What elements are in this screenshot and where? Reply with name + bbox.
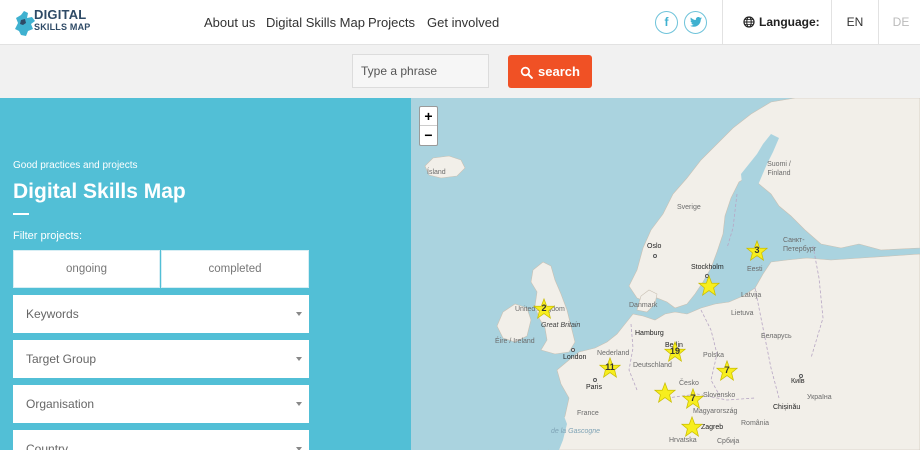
map-label: Hrvatska	[669, 437, 697, 444]
page-title: Digital Skills Map	[13, 180, 186, 203]
nav-get-involved[interactable]: Get involved	[427, 0, 499, 45]
marker-count: 7	[724, 365, 730, 375]
star-marker-icon	[698, 275, 720, 297]
city-dot	[593, 378, 597, 382]
filter-ongoing-button[interactable]: ongoing	[13, 250, 160, 288]
country-select-label: Country	[26, 442, 69, 450]
marker-count: 19	[669, 346, 680, 356]
nav-digital-skills-map[interactable]: Digital Skills Map	[266, 0, 365, 45]
city-dot	[571, 348, 575, 352]
organisation-select[interactable]: Organisation	[13, 385, 309, 423]
filter-completed-button[interactable]: completed	[161, 250, 309, 288]
map-label: Zagreb	[701, 424, 724, 431]
language-en[interactable]: EN	[835, 0, 875, 45]
marker-count: 11	[605, 362, 615, 372]
country-select[interactable]: Country	[13, 430, 309, 450]
map-label: Stockholm	[691, 264, 724, 271]
map-label: Санкт-Петербург	[783, 237, 817, 253]
map-label: Great Britain	[541, 322, 581, 329]
star-marker-icon	[681, 416, 703, 438]
search-icon	[520, 66, 533, 79]
filter-panel: Good practices and projects Digital Skil…	[0, 98, 411, 450]
target-group-select-label: Target Group	[26, 352, 97, 366]
city-dot	[653, 254, 657, 258]
map-label: London	[563, 354, 587, 361]
chevron-down-icon	[296, 357, 302, 361]
logo-line-2: SKILLS MAP	[34, 22, 91, 32]
map-label: Polska	[703, 352, 725, 359]
zoom-in-button[interactable]: +	[420, 107, 437, 126]
keywords-select[interactable]: Keywords	[13, 295, 309, 333]
star-marker-icon	[654, 382, 676, 404]
digital-skills-map-logo[interactable]: DIGITAL SKILLS MAP	[12, 6, 92, 40]
target-group-select[interactable]: Target Group	[13, 340, 309, 378]
chevron-down-icon	[296, 402, 302, 406]
map-label: Київ	[791, 378, 805, 385]
nav-projects[interactable]: Projects	[368, 0, 415, 45]
map-label: Danmark	[629, 302, 658, 309]
map-label: Nederland	[597, 350, 630, 357]
map-label: Éire / Ireland	[495, 338, 535, 345]
search-bar: search	[0, 45, 920, 98]
map-label: Chișinău	[773, 404, 801, 411]
marker-count: 3	[754, 245, 760, 255]
map-marker[interactable]	[698, 275, 720, 297]
map-marker-cluster[interactable]: 11	[599, 357, 621, 379]
map-label: Eesti	[747, 266, 763, 273]
map-label: Ísland	[427, 169, 446, 176]
marker-count: 2	[541, 303, 547, 313]
map-marker-cluster[interactable]: 7	[682, 388, 704, 410]
nav-about-us[interactable]: About us	[204, 0, 255, 45]
map-label: Hamburg	[635, 330, 664, 337]
map-label: Slovensko	[703, 392, 736, 399]
map-label: Oslo	[647, 243, 662, 250]
map-label: România	[741, 420, 770, 427]
twitter-bird-icon	[689, 17, 702, 27]
search-button-label: search	[538, 64, 580, 79]
city-dot	[799, 374, 803, 378]
map-marker-cluster[interactable]: 3	[746, 240, 768, 262]
map-label: Suomi / Finland	[767, 161, 791, 177]
map-label: Paris	[586, 384, 602, 391]
logo-line-1: DIGITAL	[34, 7, 87, 22]
header-divider	[878, 0, 879, 45]
logo-text: DIGITAL SKILLS MAP	[34, 7, 91, 33]
header-divider	[722, 0, 723, 45]
site-header: DIGITAL SKILLS MAP About us Digital Skil…	[0, 0, 920, 45]
map-label: Србија	[717, 438, 740, 445]
map-label: Latvija	[741, 292, 762, 299]
map-marker[interactable]	[654, 382, 676, 404]
filter-label: Filter projects:	[13, 230, 83, 242]
search-button[interactable]: search	[508, 55, 592, 88]
map-label: Lietuva	[731, 310, 754, 317]
map-marker[interactable]	[681, 416, 703, 438]
map-label: Україна	[807, 394, 832, 401]
map-label: France	[577, 410, 599, 417]
map-label: Česko	[679, 380, 699, 387]
language-de[interactable]: DE	[881, 0, 920, 45]
chevron-down-icon	[296, 312, 302, 316]
zoom-out-button[interactable]: −	[420, 126, 437, 145]
language-label: Language:	[743, 0, 820, 45]
map-label: Беларусь	[761, 333, 792, 340]
marker-count: 7	[690, 393, 696, 403]
map-marker-cluster[interactable]: 7	[716, 360, 738, 382]
facebook-icon[interactable]: f	[655, 11, 678, 34]
map-zoom-control: + −	[419, 106, 438, 146]
map-label: Sverige	[677, 204, 701, 211]
header-divider	[831, 0, 832, 45]
map-label: de la Gascogne	[551, 428, 601, 435]
projects-map[interactable]: + − Ísland Suomi / Finland Sverige Oslo …	[411, 98, 920, 450]
map-marker-cluster[interactable]: 19	[664, 341, 686, 363]
map-label: Deutschland	[633, 362, 672, 369]
globe-icon	[743, 16, 755, 28]
organisation-select-label: Organisation	[26, 397, 95, 411]
map-marker-cluster[interactable]: 2	[533, 298, 555, 320]
keywords-select-label: Keywords	[26, 307, 79, 321]
title-underline	[13, 213, 29, 215]
twitter-icon[interactable]	[684, 11, 707, 34]
breadcrumb: Good practices and projects	[13, 160, 138, 171]
search-input[interactable]	[352, 54, 489, 88]
